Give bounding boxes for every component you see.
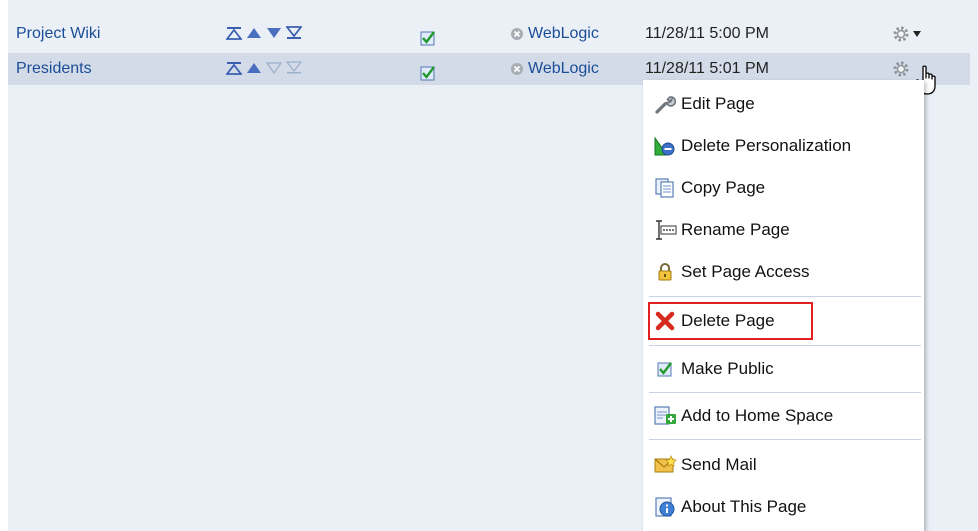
left-edge-strip xyxy=(0,0,8,531)
menu-item-label: Copy Page xyxy=(681,178,766,197)
page-name-link[interactable]: Project Wiki xyxy=(16,18,100,50)
user-status-icon xyxy=(511,63,523,75)
move-to-bottom-icon xyxy=(285,61,303,75)
menu-item-send-mail[interactable]: Send Mail xyxy=(643,449,924,481)
menu-item-label: Delete Personalization xyxy=(681,136,852,155)
published-checkbox-icon xyxy=(420,26,436,46)
wrench-icon xyxy=(651,92,679,116)
menu-item-label: Rename Page xyxy=(681,220,790,239)
menu-separator xyxy=(649,392,921,393)
menu-item-delete-page[interactable]: Delete Page xyxy=(643,305,924,337)
menu-separator xyxy=(649,296,921,297)
move-down-icon[interactable] xyxy=(266,26,282,40)
menu-item-make-public[interactable]: Make Public xyxy=(643,353,924,385)
delete-personalization-icon xyxy=(651,134,679,158)
owner-cell: WebLogic xyxy=(510,18,599,50)
menu-item-set-page-access[interactable]: Set Page Access xyxy=(643,256,924,288)
menu-separator xyxy=(649,345,921,346)
menu-item-copy-page[interactable]: Copy Page xyxy=(643,172,924,204)
published-checkbox-icon xyxy=(420,61,436,81)
menu-item-label: About This Page xyxy=(681,497,807,516)
owner-link[interactable]: WebLogic xyxy=(528,53,599,85)
table-row: Project Wiki WebLogic 11/28/11 5:00 PM xyxy=(8,18,970,50)
move-to-top-icon[interactable] xyxy=(225,26,243,40)
menu-item-about-this-page[interactable]: About This Page xyxy=(643,491,924,523)
mail-icon xyxy=(651,453,679,477)
checkbox-checked-icon xyxy=(651,357,679,381)
move-up-icon[interactable] xyxy=(246,61,262,75)
menu-item-label: Add to Home Space xyxy=(681,406,834,425)
gear-icon xyxy=(893,26,909,42)
user-status-icon xyxy=(511,28,523,40)
menu-item-rename-page[interactable]: Rename Page xyxy=(643,214,924,246)
menu-item-edit-page[interactable]: Edit Page xyxy=(643,88,924,120)
menu-item-add-to-home-space[interactable]: Add to Home Space xyxy=(643,400,924,432)
gear-icon xyxy=(893,61,909,77)
info-icon xyxy=(651,495,679,519)
red-x-icon xyxy=(651,309,679,333)
chevron-down-icon xyxy=(913,31,921,37)
modified-date: 11/28/11 5:00 PM xyxy=(645,25,769,42)
owner-link[interactable]: WebLogic xyxy=(528,18,599,50)
menu-item-label: Delete Page xyxy=(681,311,775,330)
menu-separator xyxy=(649,439,921,440)
move-up-icon[interactable] xyxy=(246,26,262,40)
menu-item-label: Make Public xyxy=(681,359,774,378)
page-actions-menu: Edit Page Delete Personalization Copy Pa… xyxy=(643,80,924,531)
page-name-link[interactable]: Presidents xyxy=(16,53,92,85)
actions-menu-button[interactable] xyxy=(892,24,922,44)
add-to-home-icon xyxy=(651,404,679,428)
reorder-controls xyxy=(225,61,303,77)
menu-item-label: Edit Page xyxy=(681,94,755,113)
menu-item-label: Send Mail xyxy=(681,455,757,474)
move-to-bottom-icon[interactable] xyxy=(285,26,303,40)
copy-page-icon xyxy=(651,176,679,200)
rename-icon xyxy=(651,218,679,242)
move-to-top-icon[interactable] xyxy=(225,61,243,75)
menu-item-delete-personalization[interactable]: Delete Personalization xyxy=(643,130,924,162)
reorder-controls xyxy=(225,26,303,42)
menu-item-label: Set Page Access xyxy=(681,262,810,281)
actions-menu-button[interactable] xyxy=(892,59,910,79)
move-down-icon xyxy=(265,61,283,75)
owner-cell: WebLogic xyxy=(510,53,599,85)
lock-icon xyxy=(651,260,679,284)
